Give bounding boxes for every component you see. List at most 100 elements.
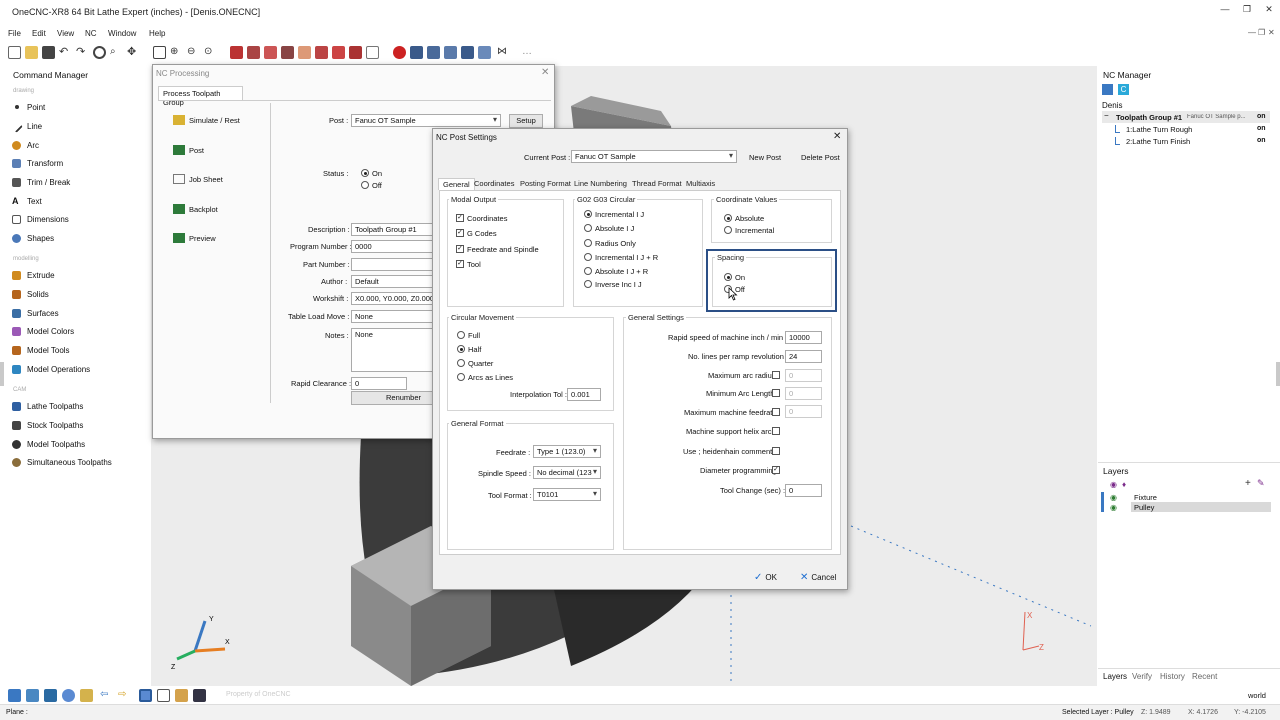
- full-radio[interactable]: [457, 331, 465, 339]
- cm-point[interactable]: Point: [12, 100, 45, 114]
- tab-history[interactable]: History: [1160, 672, 1185, 681]
- renumber-button[interactable]: Renumber ope: [351, 391, 433, 405]
- right-panel-splitter[interactable]: [1276, 362, 1280, 386]
- backplot-button[interactable]: Backplot: [173, 204, 218, 214]
- menu-help[interactable]: Help: [149, 29, 165, 38]
- toolpath-item-2[interactable]: 2:Lathe Turn Finish: [1126, 137, 1190, 146]
- more-tools-icon[interactable]: …: [522, 46, 535, 59]
- status-on-radio[interactable]: [361, 169, 369, 177]
- tab-coordinates[interactable]: Coordinates: [470, 178, 518, 190]
- layer-fixture[interactable]: Fixture: [1134, 493, 1157, 502]
- spindle-speed-select[interactable]: No decimal (123: [533, 466, 601, 479]
- toolpath-item-1-state[interactable]: on: [1257, 125, 1266, 132]
- grid-view-icon[interactable]: [366, 46, 379, 59]
- rotate-view-icon[interactable]: [93, 46, 106, 59]
- feedrate-select[interactable]: Type 1 (123.0): [533, 445, 601, 458]
- program-number-field[interactable]: 0000: [351, 240, 433, 253]
- absolute-radio[interactable]: [724, 214, 732, 222]
- post-select[interactable]: Fanuc OT Sample: [351, 114, 501, 127]
- group-tool-icon[interactable]: [315, 46, 328, 59]
- view-tool-3-icon[interactable]: [44, 689, 57, 702]
- ok-button[interactable]: ✓ OK: [754, 572, 777, 583]
- preview-button[interactable]: Preview: [173, 233, 216, 243]
- half-radio[interactable]: [457, 345, 465, 353]
- view-tool-5-icon[interactable]: [80, 689, 93, 702]
- status-off-radio[interactable]: [361, 181, 369, 189]
- author-field[interactable]: Default: [351, 275, 433, 288]
- zoom-icon[interactable]: ⌕: [110, 46, 123, 59]
- gcodes-checkbox[interactable]: ✓: [456, 229, 464, 237]
- cm-stock-toolpaths[interactable]: Stock Toolpaths: [12, 418, 83, 432]
- new-post-button[interactable]: New Post: [749, 153, 781, 162]
- mdi-close-icon[interactable]: ✕: [1268, 28, 1275, 37]
- tab-process-toolpath-group[interactable]: Process Toolpath Group: [158, 86, 243, 107]
- redo-icon[interactable]: ↷: [76, 46, 89, 59]
- toolpath-item-1[interactable]: 1:Lathe Turn Rough: [1126, 125, 1192, 134]
- cm-surfaces[interactable]: Surfaces: [12, 306, 59, 320]
- nc-processing-close-icon[interactable]: ✕: [541, 67, 549, 78]
- heidenhain-checkbox[interactable]: [772, 447, 780, 455]
- delete-post-button[interactable]: Delete Post: [801, 153, 840, 162]
- select-grid-icon[interactable]: [230, 46, 243, 59]
- tool-checkbox[interactable]: ✓: [456, 260, 464, 268]
- cm-trim-break[interactable]: Trim / Break: [12, 175, 70, 189]
- stop-icon[interactable]: [393, 46, 406, 59]
- zoom-out-icon[interactable]: ⊖: [187, 46, 200, 59]
- cm-simultaneous-toolpaths[interactable]: Simultaneous Toolpaths: [12, 455, 112, 469]
- cm-dimensions[interactable]: Dimensions: [12, 212, 69, 226]
- min-arc-length-field[interactable]: 0: [785, 387, 822, 400]
- cm-lathe-toolpaths[interactable]: Lathe Toolpaths: [12, 399, 83, 413]
- tab-line-numbering[interactable]: Line Numbering: [570, 178, 631, 190]
- cancel-button[interactable]: ✕ Cancel: [800, 572, 836, 583]
- incremental-ijr-radio[interactable]: [584, 253, 592, 261]
- tab-thread-format[interactable]: Thread Format: [628, 178, 686, 190]
- view-mode-3-icon[interactable]: [175, 689, 188, 702]
- view-tool-2-icon[interactable]: [26, 689, 39, 702]
- new-file-icon[interactable]: [8, 46, 21, 59]
- rapid-speed-field[interactable]: 10000: [785, 331, 822, 344]
- open-file-icon[interactable]: [25, 46, 38, 59]
- add-layer-icon[interactable]: +: [1245, 478, 1251, 489]
- blue-tool-2-icon[interactable]: [427, 46, 440, 59]
- snap-icon[interactable]: ⋈: [497, 46, 510, 59]
- tab-verify[interactable]: Verify: [1132, 672, 1152, 681]
- restore-icon[interactable]: ❐: [1240, 4, 1254, 18]
- cm-model-colors[interactable]: Model Colors: [12, 324, 74, 338]
- minimize-icon[interactable]: —: [1218, 4, 1232, 18]
- view-mode-1-icon[interactable]: [139, 689, 152, 702]
- blue-tool-3-icon[interactable]: [461, 46, 474, 59]
- view-tool-4-icon[interactable]: [62, 689, 75, 702]
- setup-button[interactable]: Setup: [509, 114, 543, 128]
- menu-window[interactable]: Window: [108, 29, 136, 38]
- array-tool-icon[interactable]: [349, 46, 362, 59]
- zoom-all-icon[interactable]: ⊙: [204, 46, 217, 59]
- job-sheet-button[interactable]: Job Sheet: [173, 174, 223, 184]
- incremental-radio[interactable]: [724, 226, 732, 234]
- cm-solids[interactable]: Solids: [12, 287, 49, 301]
- toolpath-item-2-state[interactable]: on: [1257, 137, 1266, 144]
- undo-icon[interactable]: ↶: [59, 46, 72, 59]
- incremental-ij-radio[interactable]: [584, 210, 592, 218]
- menu-file[interactable]: File: [8, 29, 21, 38]
- lines-per-ramp-field[interactable]: 24: [785, 350, 822, 363]
- diameter-programming-checkbox[interactable]: ✓: [772, 466, 780, 474]
- cm-shapes[interactable]: Shapes: [12, 231, 54, 245]
- interpolation-tol-field[interactable]: 0.001: [567, 388, 601, 401]
- nc-manager-tool-1-icon[interactable]: [1102, 84, 1113, 95]
- absolute-ijr-radio[interactable]: [584, 267, 592, 275]
- left-panel-splitter[interactable]: [0, 362, 4, 386]
- notes-field[interactable]: None: [351, 328, 433, 372]
- nc-manager-tool-2-icon[interactable]: C: [1118, 84, 1129, 95]
- save-icon[interactable]: [42, 46, 55, 59]
- blue-tool-1-icon[interactable]: [410, 46, 423, 59]
- max-arc-radius-checkbox[interactable]: [772, 371, 780, 379]
- mdi-restore-icon[interactable]: ❐: [1258, 28, 1265, 37]
- max-arc-radius-field[interactable]: 0: [785, 369, 822, 382]
- cm-text[interactable]: A Text: [12, 194, 42, 208]
- quarter-radio[interactable]: [457, 359, 465, 367]
- cm-model-tools[interactable]: Model Tools: [12, 343, 70, 357]
- layer-pulley[interactable]: Pulley: [1134, 503, 1154, 512]
- tab-multiaxis[interactable]: Multiaxis: [682, 178, 719, 190]
- menu-edit[interactable]: Edit: [32, 29, 46, 38]
- radius-only-radio[interactable]: [584, 239, 592, 247]
